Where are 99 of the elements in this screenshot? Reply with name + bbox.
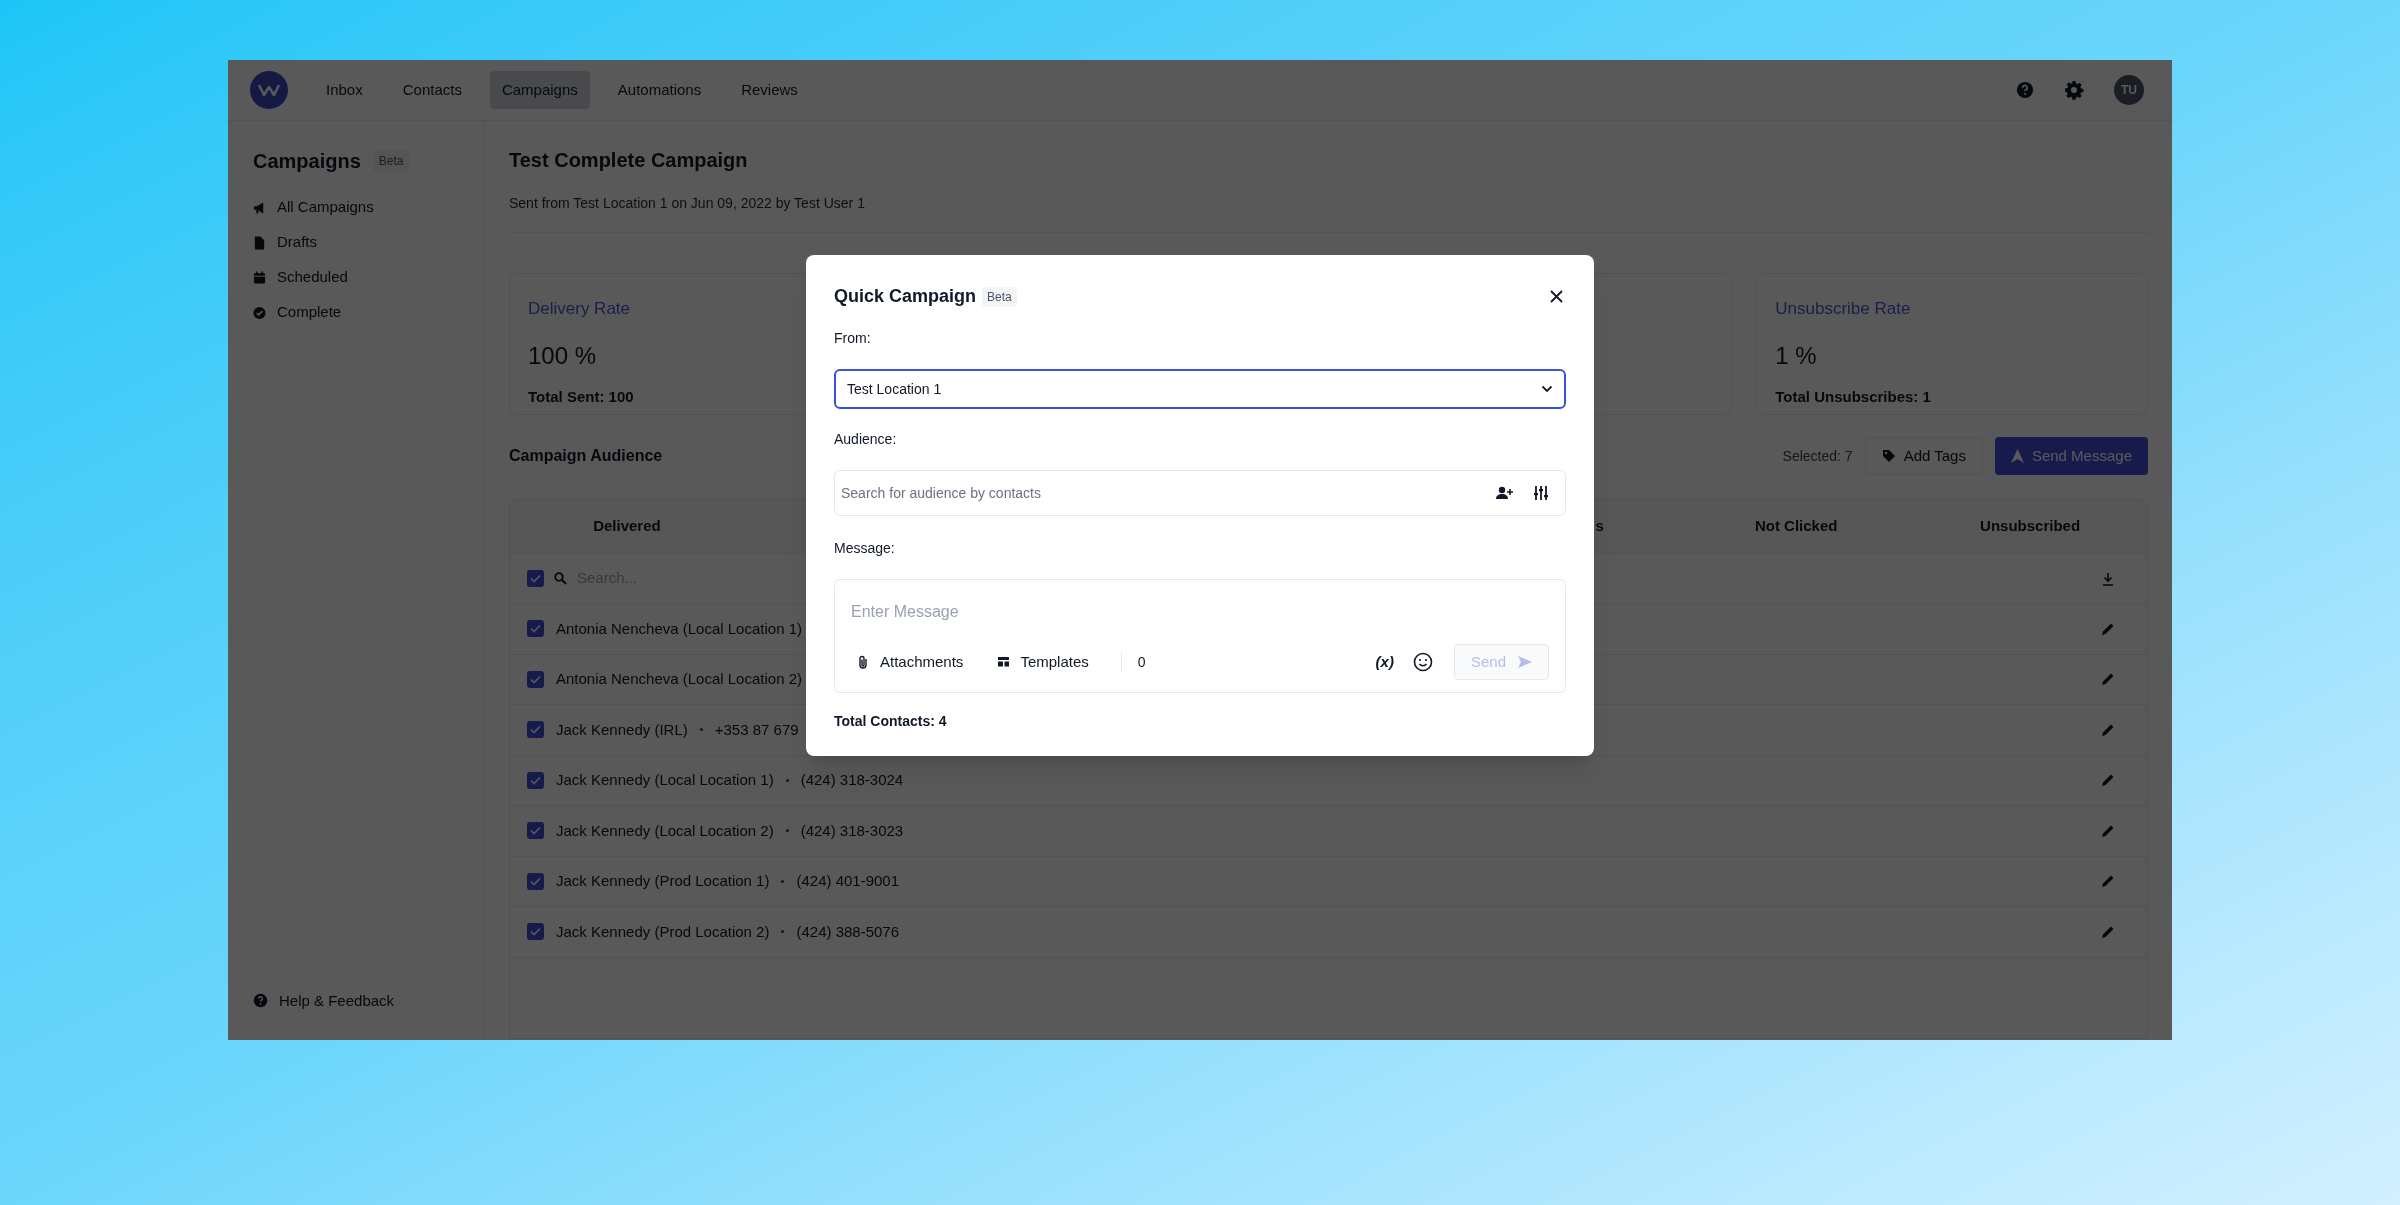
attachments-button[interactable]: Attachments (857, 650, 964, 674)
pencil-icon[interactable] (2101, 823, 2115, 838)
chevron-down-icon (1541, 385, 1553, 393)
send-message-button[interactable]: Send Message (1994, 437, 2148, 475)
total-contacts: Total Contacts: 4 (834, 712, 948, 731)
stat-value: 1 % (1775, 340, 1817, 371)
nav-tab[interactable]: Inbox (314, 70, 375, 110)
contact-phone: +353 87 679 (714, 719, 799, 740)
check-icon (530, 624, 541, 634)
pencil-icon[interactable] (2101, 621, 2115, 636)
audience-search-input[interactable]: Search for audience by contacts (841, 482, 1496, 504)
close-icon (1549, 290, 1563, 303)
contact-name: Jack Kennedy (Local Location 1) (556, 770, 774, 790)
emoji-button[interactable] (1411, 651, 1434, 673)
check-icon (530, 826, 541, 836)
selected-count: Selected: 7 (1782, 446, 1853, 466)
sidebar-link[interactable]: Scheduled (277, 266, 348, 289)
logo-icon[interactable] (250, 71, 288, 109)
check-icon (530, 574, 541, 583)
settings-icon[interactable] (2064, 80, 2084, 100)
send-icon (2010, 449, 2024, 463)
campaign-subtitle: Sent from Test Location 1 on Jun 09, 2022 by Test User 1 (509, 194, 866, 213)
column-header: Unsubscribed (1980, 516, 2081, 537)
beta-badge: Beta (982, 286, 1017, 307)
checkbox[interactable] (527, 872, 544, 890)
add-person-icon[interactable] (1496, 486, 1513, 500)
check-icon (530, 725, 541, 735)
contact-name: Antonia Nencheva (Local Location 1) (556, 618, 802, 639)
check-icon (530, 674, 541, 684)
check-circle-icon (253, 305, 266, 320)
beta-badge: Beta (372, 150, 410, 172)
sidebar-title: Campaigns (253, 149, 361, 174)
section-title: Campaign Audience (509, 446, 663, 466)
contact-phone: (424) 318-3024 (800, 770, 904, 790)
checkbox[interactable] (527, 620, 544, 638)
audience-label: Audience: (834, 430, 898, 449)
nav-tab[interactable]: Contacts (390, 70, 474, 110)
stat-label: Delivery Rate (528, 298, 631, 320)
pencil-icon[interactable] (2101, 874, 2115, 889)
templates-button[interactable]: Templates (997, 650, 1089, 674)
contact-name: Antonia Nencheva (Local Location 2) (556, 669, 802, 689)
column-header: Not Clicked (1754, 516, 1838, 537)
campaign-title: Test Complete Campaign (509, 148, 749, 173)
stat-total: Total Sent: 100 (528, 386, 634, 407)
paperclip-icon (857, 655, 870, 669)
sidebar-link[interactable]: Drafts (277, 231, 317, 254)
filter-sliders-icon[interactable] (1533, 485, 1549, 501)
from-label: From: (834, 329, 872, 348)
pencil-icon[interactable] (2101, 722, 2115, 737)
stat-label: Unsubscribe Rate (1775, 298, 1911, 320)
nav-tab[interactable]: Campaigns (489, 70, 590, 110)
from-value: Test Location 1 (847, 379, 942, 399)
column-header: s (1595, 516, 1604, 537)
checkbox[interactable] (527, 721, 544, 739)
pencil-icon[interactable] (2101, 672, 2115, 687)
pencil-icon[interactable] (2101, 773, 2115, 788)
smiley-icon (1412, 652, 1433, 672)
document-icon (253, 235, 266, 250)
tag-icon (1881, 449, 1896, 463)
sidebar-link[interactable]: Complete (277, 301, 342, 324)
contact-name: Jack Kennedy (IRL) (556, 719, 688, 740)
checkbox[interactable] (527, 670, 544, 688)
checkbox[interactable] (527, 923, 544, 941)
column-header: Delivered (593, 516, 661, 537)
megaphone-icon (253, 200, 266, 215)
contact-name: Jack Kennedy (Prod Location 2) (556, 921, 770, 942)
nav-tab[interactable]: Reviews (729, 70, 810, 110)
search-icon (554, 572, 567, 585)
contact-phone: (424) 401-9001 (796, 871, 900, 891)
message-field[interactable]: Enter Message (851, 600, 1549, 624)
help-icon (253, 993, 268, 1009)
check-icon (530, 775, 541, 785)
checkbox[interactable] (527, 570, 544, 587)
pencil-icon[interactable] (2101, 924, 2115, 939)
checkbox[interactable] (527, 822, 544, 840)
audience-search-field[interactable]: Search for audience by contacts (834, 470, 1566, 516)
contact-name: Jack Kennedy (Local Location 2) (556, 820, 774, 841)
nav-tab[interactable]: Automations (605, 70, 714, 110)
check-icon (530, 927, 541, 937)
dialog-title: Quick Campaign (834, 285, 977, 308)
stat-value: 100 % (528, 340, 597, 371)
add-tags-button[interactable]: Add Tags (1864, 437, 1983, 475)
download-icon[interactable] (2101, 571, 2115, 586)
calendar-icon (253, 270, 266, 285)
help-feedback-link[interactable]: Help & Feedback (279, 989, 395, 1012)
character-count: 0 (1137, 652, 1146, 672)
template-icon (997, 655, 1011, 669)
stat-total: Total Unsubscribes: 1 (1775, 386, 1931, 407)
contact-phone: (424) 318-3023 (800, 820, 904, 841)
check-icon (530, 876, 541, 886)
from-select[interactable]: Test Location 1 (834, 369, 1566, 409)
message-label: Message: (834, 539, 896, 558)
sidebar-link[interactable]: All Campaigns (277, 196, 374, 219)
checkbox[interactable] (527, 771, 544, 789)
contact-phone: (424) 388-5076 (796, 921, 900, 942)
insert-variable-button[interactable]: (x) (1375, 650, 1394, 674)
contact-name: Jack Kennedy (Prod Location 1) (556, 871, 770, 891)
help-icon[interactable] (2016, 81, 2034, 99)
send-arrow-icon (1518, 656, 1532, 668)
